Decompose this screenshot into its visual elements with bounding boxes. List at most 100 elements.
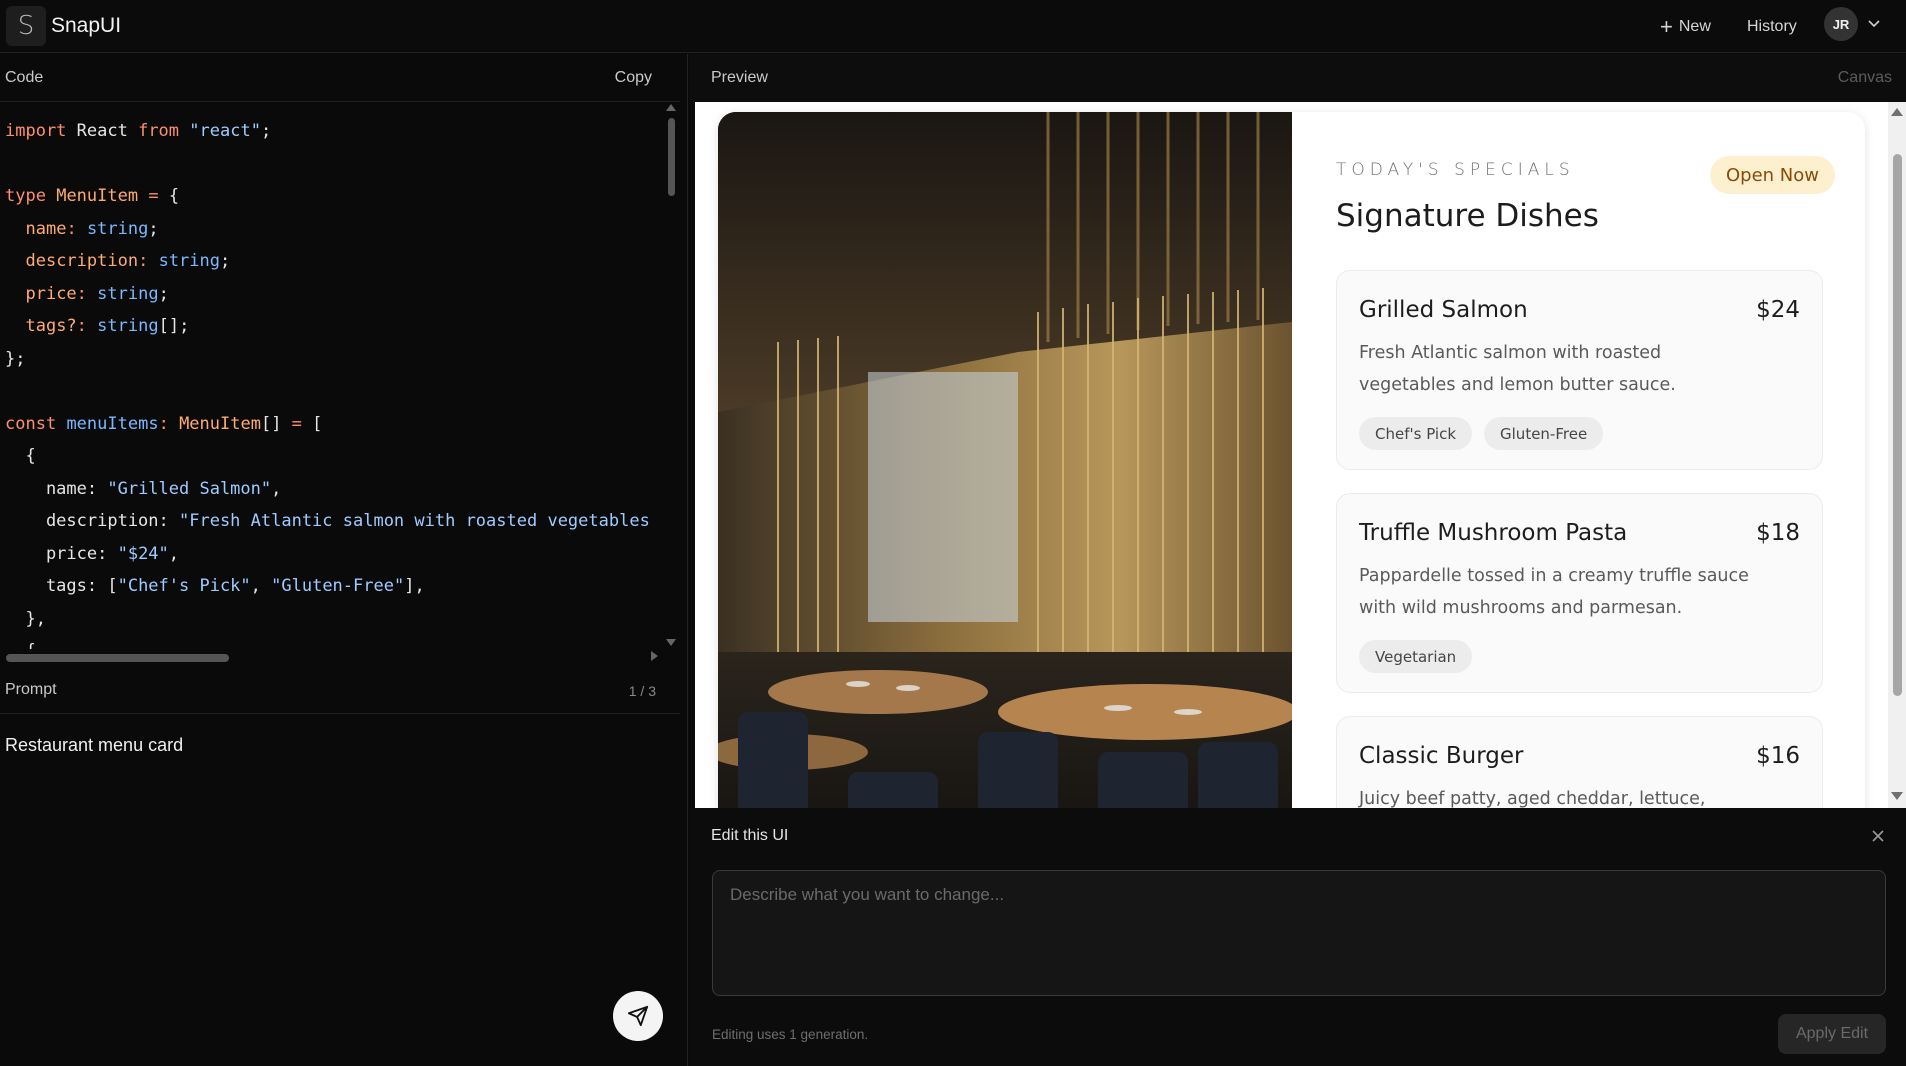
code-token: "react"	[189, 121, 261, 141]
code-token: price	[25, 283, 77, 304]
dish-description: Juicy beef patty, aged cheddar, lettuce,	[1359, 789, 1706, 808]
code-token: };	[5, 348, 26, 369]
canvas-scroll-thumb[interactable]	[1893, 154, 1902, 696]
code-horizontal-scrollbar[interactable]	[6, 654, 229, 662]
code-token: ;	[148, 218, 159, 239]
code-token: =	[291, 413, 302, 434]
code-line: price: string;	[5, 278, 668, 311]
avatar[interactable]: JR	[1824, 7, 1858, 41]
code-line: tags: ["Chef's Pick", "Gluten-Free"],	[5, 570, 668, 603]
code-line: },	[5, 603, 668, 636]
code-token: "Chef's Pick"	[117, 576, 251, 596]
code-line: type MenuItem = {	[5, 180, 668, 213]
close-icon[interactable]	[1870, 828, 1886, 844]
tag-chip: Gluten-Free	[1484, 417, 1604, 450]
code-line: description: string;	[5, 245, 668, 278]
code-token: "$24"	[117, 543, 169, 564]
code-editor[interactable]: import React from "react"; type MenuItem…	[0, 103, 668, 649]
send-icon	[627, 1005, 649, 1027]
code-line: description: "Fresh Atlantic salmon with…	[5, 505, 668, 538]
code-token: tags?	[25, 316, 77, 336]
prompt-text: Restaurant menu card	[5, 735, 184, 755]
code-token: React	[66, 121, 139, 141]
code-token: :	[66, 218, 77, 239]
code-token: :	[138, 251, 149, 271]
dish-card[interactable]: Classic Burger $16 Juicy beef patty, age…	[1336, 716, 1823, 808]
chevron-down-icon[interactable]	[1866, 15, 1882, 31]
preview-title: Preview	[711, 69, 768, 86]
code-token: description:	[5, 511, 179, 531]
scroll-down-arrow[interactable]	[666, 639, 676, 646]
canvas-scrollbar[interactable]	[1888, 102, 1906, 808]
canvas-scroll-down-arrow[interactable]	[1891, 792, 1903, 800]
right-column: Preview Canvas TODAY'S SPECIALS Signatur…	[689, 54, 1906, 1066]
scroll-right-arrow[interactable]	[651, 651, 658, 661]
code-token: ,	[250, 576, 272, 596]
new-label: New	[1678, 18, 1711, 35]
code-token: ;	[260, 121, 272, 141]
code-token: :	[76, 316, 87, 336]
dish-card[interactable]: Truffle Mushroom Pasta $18 Pappardelle t…	[1336, 493, 1823, 693]
new-button[interactable]: + New	[1660, 12, 1711, 42]
code-token: [];	[158, 316, 190, 336]
code-token: MenuItem	[56, 186, 139, 206]
logo: S	[6, 6, 46, 46]
tag-chip: Chef's Pick	[1359, 417, 1473, 450]
left-column: Code Copy import React from "react"; typ…	[0, 54, 688, 1066]
dish-card[interactable]: Grilled Salmon $24 Fresh Atlantic salmon…	[1336, 270, 1823, 470]
code-line: };	[5, 343, 668, 376]
code-token: description	[25, 251, 139, 271]
code-token: {	[5, 446, 36, 466]
code-token: "Fresh Atlantic salmon with roasted vege…	[179, 511, 650, 531]
code-token: "Gluten-Free"	[271, 576, 405, 596]
scroll-up-arrow[interactable]	[666, 104, 676, 111]
code-token: ,	[271, 478, 282, 499]
code-token: price:	[5, 543, 118, 564]
code-token: {	[5, 641, 35, 649]
canvas-scroll-up-arrow[interactable]	[1891, 108, 1903, 116]
code-line: {	[5, 440, 668, 473]
edit-note: Editing uses 1 generation.	[712, 1027, 869, 1042]
tag-chip: Vegetarian	[1359, 640, 1473, 673]
brand-name: SnapUI	[51, 14, 122, 37]
code-token: string	[86, 218, 149, 239]
code-block: import React from "react"; type MenuItem…	[0, 103, 668, 649]
code-token: "Grilled Salmon"	[107, 478, 272, 499]
code-vertical-scrollbar[interactable]	[668, 118, 675, 196]
code-line: const menuItems: MenuItem[] = [	[5, 408, 668, 441]
history-button[interactable]: History	[1747, 12, 1797, 42]
code-line: import React from "react";	[5, 115, 668, 148]
menu-card: TODAY'S SPECIALS Signature Dishes Open N…	[718, 112, 1865, 808]
code-token: [	[301, 413, 323, 434]
open-now-badge: Open Now	[1710, 156, 1835, 194]
code-token: ;	[220, 251, 231, 271]
dish-description: Pappardelle tossed in a creamy truffle s…	[1359, 566, 1749, 618]
code-token: menuItems	[66, 413, 159, 434]
code-token: type	[5, 186, 46, 206]
code-token: tags: [	[5, 576, 118, 596]
edit-input[interactable]	[712, 870, 1886, 996]
code-token: name	[25, 218, 67, 239]
apply-edit-button[interactable]: Apply Edit	[1778, 1014, 1886, 1054]
code-token: =	[148, 186, 159, 206]
send-button[interactable]	[613, 991, 663, 1041]
dish-price: $24	[1756, 297, 1800, 323]
menu-heading: Signature Dishes	[1336, 198, 1599, 234]
dish-name: Truffle Mushroom Pasta	[1359, 520, 1628, 546]
restaurant-photo	[718, 112, 1292, 808]
canvas-toggle[interactable]: Canvas	[1838, 69, 1892, 87]
copy-button[interactable]: Copy	[615, 69, 652, 87]
preview-header: Preview Canvas	[689, 54, 1906, 102]
code-token: import	[5, 121, 67, 141]
code-token: []	[260, 413, 292, 434]
